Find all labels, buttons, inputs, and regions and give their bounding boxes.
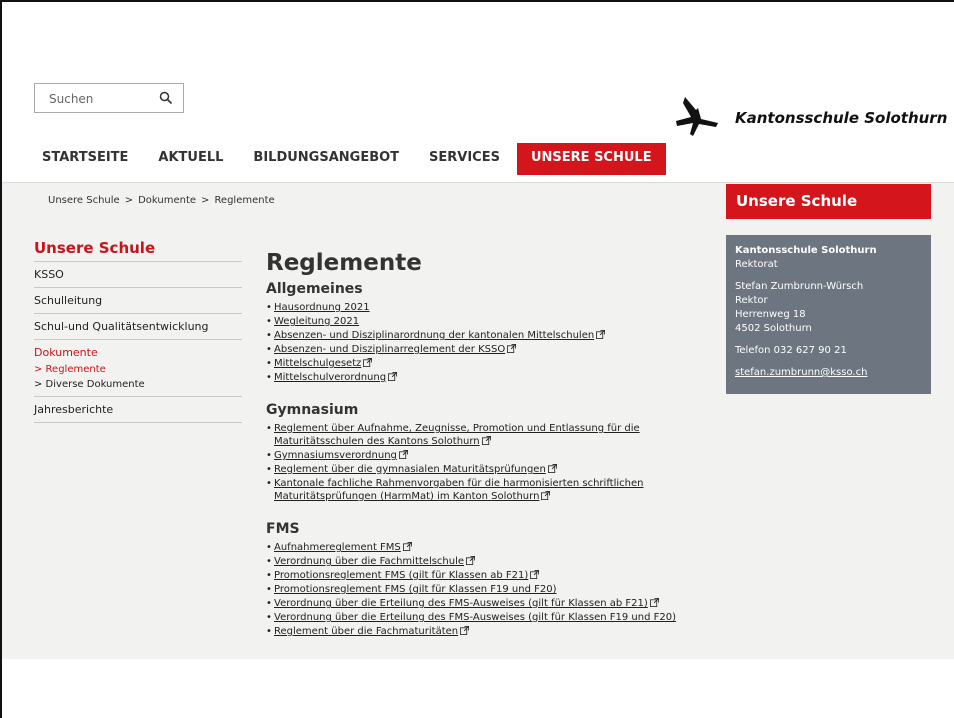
search-icon[interactable] — [159, 91, 173, 105]
section-heading-allgemeines: Allgemeines — [266, 281, 363, 297]
breadcrumb-item-reglemente: Reglemente — [214, 195, 275, 206]
sidebar-item-schulleitung[interactable]: Schulleitung — [34, 288, 242, 314]
external-link-icon[interactable] — [363, 358, 373, 367]
sidebar-subitem-diverse-dokumente[interactable]: > Diverse Dokumente — [34, 377, 242, 397]
main-nav: STARTSEITE AKTUELL BILDUNGSANGEBOT SERVI… — [34, 143, 666, 175]
external-link-icon[interactable] — [596, 330, 606, 339]
external-link-icon[interactable] — [547, 464, 557, 473]
contact-box: Kantonsschule Solothurn Rektorat Stefan … — [726, 235, 931, 394]
document-link[interactable]: Absenzen- und Disziplinarordnung der kan… — [274, 330, 594, 341]
list-item: Kantonale fachliche Rahmenvorgaben für d… — [266, 477, 706, 503]
document-link-continued[interactable]: Maturitätsschulen des Kantons Solothurn — [274, 436, 480, 447]
external-link-icon[interactable] — [402, 542, 412, 551]
external-link-icon[interactable] — [507, 344, 517, 353]
external-link-icon[interactable] — [398, 450, 408, 459]
document-link[interactable]: Reglement über die gymnasialen Maturität… — [274, 464, 546, 475]
document-list-gymnasium: Reglement über Aufnahme, Zeugnisse, Prom… — [266, 422, 706, 503]
document-link[interactable]: Wegleitung 2021 — [274, 316, 359, 327]
list-item: Verordnung über die Erteilung des FMS-Au… — [266, 611, 706, 624]
sidebar-nav: Unsere Schule KSSO Schulleitung Schul-un… — [34, 239, 242, 423]
page-title: Reglemente — [266, 250, 422, 276]
document-link[interactable]: Reglement über die Fachmaturitäten — [274, 626, 458, 637]
document-link[interactable]: Aufnahmereglement FMS — [274, 542, 401, 553]
external-link-icon[interactable] — [388, 372, 398, 381]
contact-email-link[interactable]: stefan.zumbrunn@ksso.ch — [735, 366, 922, 380]
sidebar-item-jahresberichte[interactable]: Jahresberichte — [34, 397, 242, 423]
contact-org: Kantonsschule Solothurn — [735, 245, 877, 256]
external-link-icon[interactable] — [460, 626, 470, 635]
list-item: Gymnasiumsverordnung — [266, 449, 706, 462]
list-item: Promotionsreglement FMS (gilt für Klasse… — [266, 583, 706, 596]
nav-services[interactable]: SERVICES — [421, 143, 508, 175]
list-item: Wegleitung 2021 — [266, 315, 706, 328]
sidebar-item-qualitaetsentwicklung[interactable]: Schul-und Qualitätsentwicklung — [34, 314, 242, 340]
sidebar-title[interactable]: Unsere Schule — [34, 239, 242, 262]
ksso-logo[interactable] — [675, 95, 719, 139]
breadcrumb-item-dokumente[interactable]: Dokumente — [138, 195, 196, 206]
list-item: Mittelschulverordnung — [266, 371, 706, 384]
document-list-allgemeines: Hausordnung 2021 Wegleitung 2021 Absenze… — [266, 301, 706, 384]
contact-person: Stefan Zumbrunn-Würsch — [735, 281, 864, 292]
document-link[interactable]: Verordnung über die Erteilung des FMS-Au… — [274, 612, 676, 623]
external-link-icon[interactable] — [530, 570, 540, 579]
document-link[interactable]: Mittelschulgesetz — [274, 358, 361, 369]
document-link[interactable]: Gymnasiumsverordnung — [274, 450, 397, 461]
nav-unsere-schule[interactable]: UNSERE SCHULE — [516, 143, 666, 175]
document-list-fms: Aufnahmereglement FMS Verordnung über di… — [266, 541, 706, 638]
sidebar-subitem-reglemente[interactable]: > Reglemente — [34, 362, 242, 377]
contact-phone: Telefon 032 627 90 21 — [735, 345, 847, 356]
document-link-continued[interactable]: Maturitätsprüfungen (HarmMat) im Kanton … — [274, 491, 539, 502]
list-item: Absenzen- und Disziplinarreglement der K… — [266, 343, 706, 356]
contact-role: Rektor — [735, 295, 768, 306]
document-link[interactable]: Promotionsreglement FMS (gilt für Klasse… — [274, 584, 557, 595]
search-input[interactable] — [47, 91, 161, 107]
section-heading-fms: FMS — [266, 521, 300, 537]
list-item: Aufnahmereglement FMS — [266, 541, 706, 554]
contact-street: Herrenweg 18 — [735, 309, 806, 320]
contact-city: 4502 Solothurn — [735, 323, 812, 334]
brand-name[interactable]: Kantonsschule Solothurn — [735, 109, 947, 127]
list-item: Hausordnung 2021 — [266, 301, 706, 314]
right-column-heading: Unsere Schule — [726, 184, 931, 219]
main-content: Reglemente Allgemeines Hausordnung 2021 … — [266, 250, 706, 656]
sidebar-item-ksso[interactable]: KSSO — [34, 262, 242, 288]
external-link-icon[interactable] — [541, 491, 551, 500]
breadcrumb: Unsere Schule > Dokumente > Reglemente — [48, 195, 275, 206]
document-link[interactable]: Verordnung über die Fachmittelschule — [274, 556, 464, 567]
list-item: Reglement über die gymnasialen Maturität… — [266, 463, 706, 476]
breadcrumb-separator: > — [201, 195, 210, 206]
sidebar-item-dokumente[interactable]: Dokumente — [34, 340, 242, 362]
breadcrumb-separator: > — [124, 195, 134, 206]
breadcrumb-item-unsere-schule[interactable]: Unsere Schule — [48, 195, 120, 206]
external-link-icon[interactable] — [649, 598, 659, 607]
document-link[interactable]: Promotionsreglement FMS (gilt für Klasse… — [274, 570, 528, 581]
list-item: Reglement über die Fachmaturitäten — [266, 625, 706, 638]
external-link-icon[interactable] — [481, 436, 491, 445]
section-heading-gymnasium: Gymnasium — [266, 402, 359, 418]
list-item: Promotionsreglement FMS (gilt für Klasse… — [266, 569, 706, 582]
list-item: Verordnung über die Erteilung des FMS-Au… — [266, 597, 706, 610]
nav-bildungsangebot[interactable]: BILDUNGSANGEBOT — [245, 143, 407, 175]
document-link[interactable]: Kantonale fachliche Rahmenvorgaben für d… — [274, 478, 643, 489]
nav-aktuell[interactable]: AKTUELL — [150, 143, 231, 175]
list-item: Verordnung über die Fachmittelschule — [266, 555, 706, 568]
nav-startseite[interactable]: STARTSEITE — [34, 143, 136, 175]
document-link[interactable]: Hausordnung 2021 — [274, 302, 370, 313]
document-link[interactable]: Reglement über Aufnahme, Zeugnisse, Prom… — [274, 423, 640, 434]
document-link[interactable]: Verordnung über die Erteilung des FMS-Au… — [274, 598, 648, 609]
list-item: Mittelschulgesetz — [266, 357, 706, 370]
list-item: Absenzen- und Disziplinarordnung der kan… — [266, 329, 706, 342]
search-box[interactable] — [34, 83, 184, 113]
contact-dept: Rektorat — [735, 259, 778, 270]
list-item: Reglement über Aufnahme, Zeugnisse, Prom… — [266, 422, 706, 448]
external-link-icon[interactable] — [466, 556, 476, 565]
document-link[interactable]: Mittelschulverordnung — [274, 372, 386, 383]
document-link[interactable]: Absenzen- und Disziplinarreglement der K… — [274, 344, 505, 355]
